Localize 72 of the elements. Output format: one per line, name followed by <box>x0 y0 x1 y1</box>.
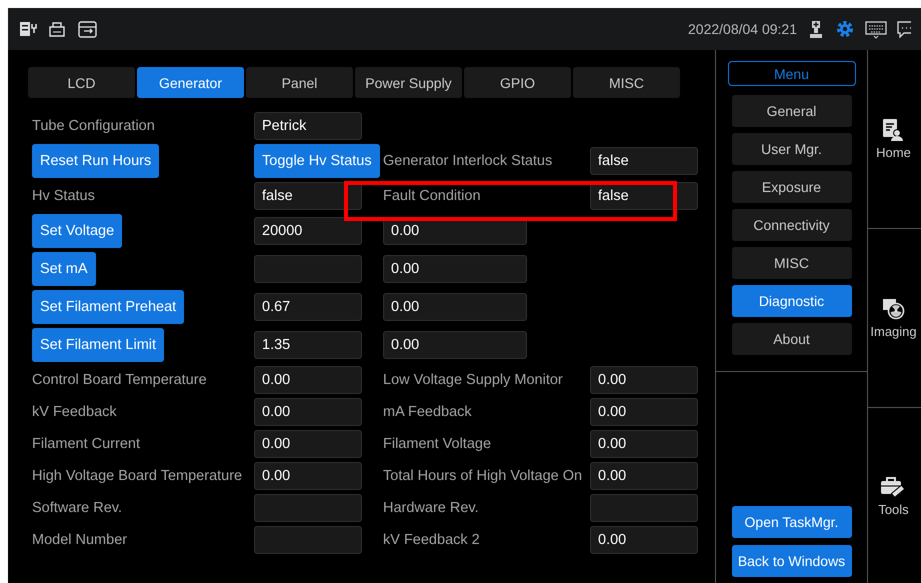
date-time: 2022/08/04 09:21 <box>688 21 797 37</box>
value-field[interactable] <box>254 526 362 554</box>
value-field[interactable]: 1.35 <box>254 331 362 359</box>
person-icon <box>807 20 825 38</box>
value-field[interactable]: Petrick <box>254 112 362 140</box>
field-label: Tube Configuration <box>32 118 156 134</box>
menu-item[interactable]: About <box>732 323 852 355</box>
printer-icon <box>47 20 67 38</box>
action-button[interactable]: Reset Run Hours <box>32 144 160 178</box>
value-field[interactable]: 0.00 <box>254 366 362 394</box>
nav-button[interactable]: Home <box>876 118 911 160</box>
value-field[interactable]: 0.67 <box>254 293 362 321</box>
field-label: Low Voltage Supply Monitor <box>383 372 564 388</box>
battery-plug-icon <box>18 20 37 38</box>
field-label: mA Feedback <box>383 404 473 420</box>
value-field[interactable]: 0.00 <box>254 462 362 490</box>
menu-item[interactable]: Exposure <box>732 171 852 203</box>
nav-button[interactable]: Tools <box>878 474 909 516</box>
value-field[interactable]: 0.00 <box>383 331 527 359</box>
value-field[interactable]: 0.00 <box>590 462 698 490</box>
field-label: kV Feedback <box>32 404 118 420</box>
value-field[interactable]: 0.00 <box>254 398 362 426</box>
field-label: Generator Interlock Status <box>383 153 554 169</box>
menu-item[interactable]: Diagnostic <box>732 285 852 317</box>
field-label: Model Number <box>32 532 128 548</box>
menu-item[interactable]: MISC <box>732 247 852 279</box>
value-field[interactable] <box>254 255 362 283</box>
field-label: Filament Voltage <box>383 436 492 452</box>
value-field[interactable]: false <box>590 147 698 175</box>
menu-item[interactable]: Connectivity <box>732 209 852 241</box>
value-field[interactable]: 0.00 <box>590 526 698 554</box>
action-button[interactable]: Set Voltage <box>32 214 122 248</box>
export-icon <box>77 20 98 38</box>
field-label: Hardware Rev. <box>383 500 480 516</box>
action-button[interactable]: Open TaskMgr. <box>732 506 852 538</box>
tab[interactable]: Generator <box>137 67 244 98</box>
action-button[interactable]: Set mA <box>32 252 96 286</box>
keyboard-icon[interactable] <box>865 20 887 38</box>
value-field[interactable]: 0.00 <box>590 398 698 426</box>
chat-icon[interactable] <box>897 20 911 38</box>
field-label: kV Feedback 2 <box>383 532 481 548</box>
action-button[interactable]: Toggle Hv Status <box>254 144 380 178</box>
field-label: Filament Current <box>32 436 141 452</box>
field-label: Total Hours of High Voltage On <box>383 468 584 484</box>
field-label: Fault Condition <box>383 188 482 204</box>
value-field[interactable] <box>590 494 698 522</box>
menu-item[interactable]: User Mgr. <box>732 133 852 165</box>
nav-button[interactable]: Imaging <box>870 297 917 339</box>
field-label: Software Rev. <box>32 500 123 516</box>
field-label: Control Board Temperature <box>32 372 208 388</box>
value-field[interactable]: 0.00 <box>383 255 527 283</box>
tab[interactable]: Panel <box>246 67 353 98</box>
menu-item[interactable]: General <box>732 95 852 127</box>
value-field[interactable] <box>254 494 362 522</box>
action-button[interactable]: Set Filament Limit <box>32 328 164 362</box>
field-label: High Voltage Board Temperature <box>32 468 244 484</box>
value-field[interactable]: false <box>254 182 362 210</box>
value-field[interactable]: 20000 <box>254 217 362 245</box>
tab[interactable]: MISC <box>573 67 680 98</box>
value-field[interactable]: 0.00 <box>383 293 527 321</box>
value-field[interactable]: 0.00 <box>590 366 698 394</box>
field-label: Hv Status <box>32 188 96 204</box>
menu-title: Menu <box>728 61 856 86</box>
settings-icon[interactable] <box>835 19 855 39</box>
tab[interactable]: Power Supply <box>355 67 462 98</box>
action-button[interactable]: Set Filament Preheat <box>32 290 184 324</box>
value-field[interactable]: 0.00 <box>590 430 698 458</box>
tab[interactable]: LCD <box>28 67 135 98</box>
action-button[interactable]: Back to Windows <box>732 545 852 577</box>
toolbox-icon <box>880 474 906 498</box>
tab[interactable]: GPIO <box>464 67 571 98</box>
value-field[interactable]: 0.00 <box>254 430 362 458</box>
